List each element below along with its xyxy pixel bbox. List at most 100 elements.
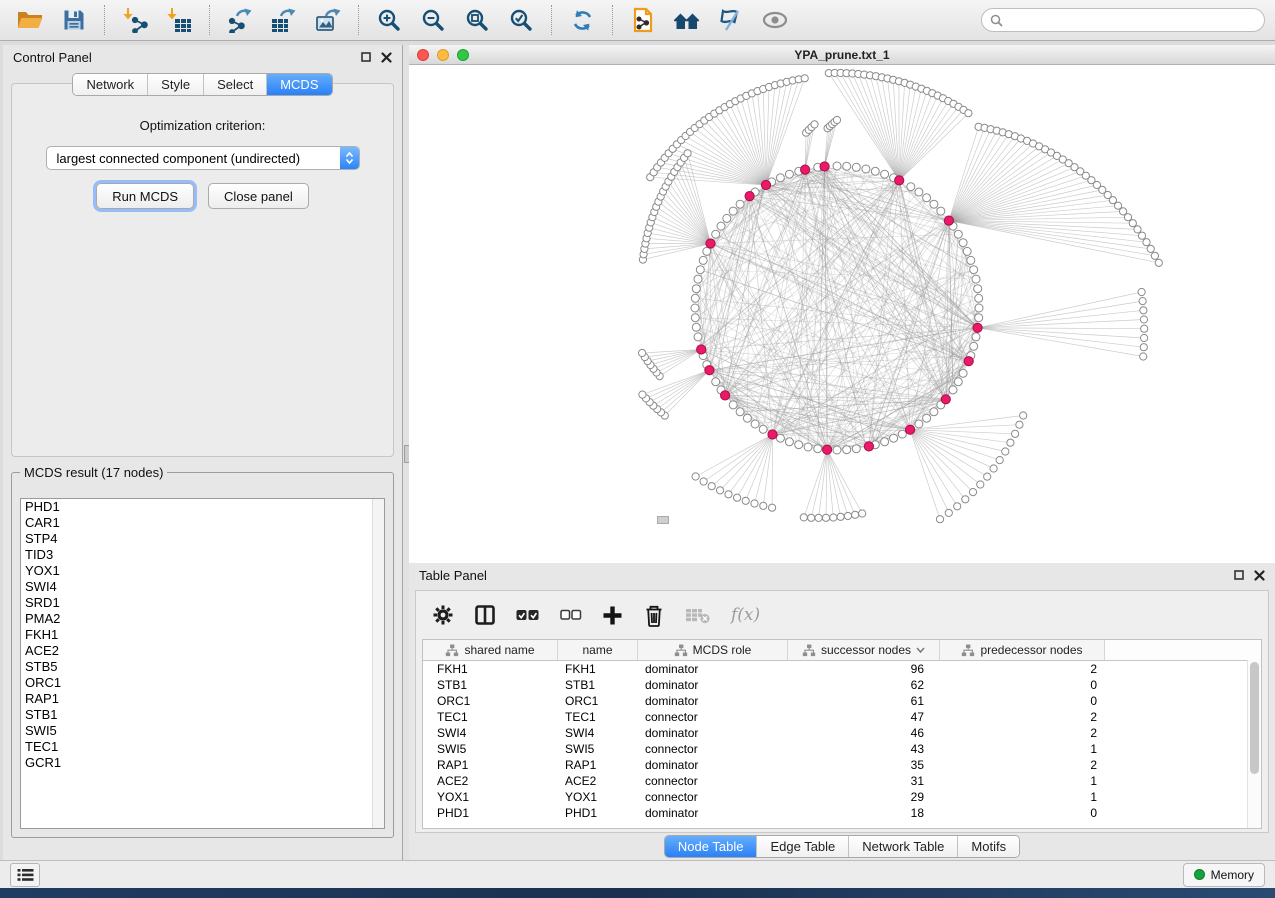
table-row[interactable]: STB1STB1dominator620 bbox=[423, 677, 1261, 693]
import-network-button[interactable] bbox=[115, 4, 155, 36]
refresh-button[interactable] bbox=[562, 4, 602, 36]
minimize-window-button[interactable] bbox=[437, 49, 449, 61]
table-cell: 2 bbox=[940, 710, 1105, 724]
table-row[interactable]: ORC1ORC1dominator610 bbox=[423, 693, 1261, 709]
save-session-button[interactable] bbox=[54, 4, 94, 36]
memory-button[interactable]: Memory bbox=[1183, 863, 1265, 887]
export-network-button[interactable] bbox=[220, 4, 260, 36]
tab-motifs[interactable]: Motifs bbox=[958, 836, 1019, 857]
mcds-result-item[interactable]: TID3 bbox=[21, 547, 384, 563]
table-cell: 96 bbox=[788, 662, 940, 676]
search-input[interactable] bbox=[1008, 12, 1256, 28]
toolbar-separator bbox=[358, 5, 359, 35]
select-all-icon[interactable] bbox=[516, 607, 540, 623]
mcds-result-item[interactable]: PMA2 bbox=[21, 611, 384, 627]
zoom-in-button[interactable] bbox=[369, 4, 409, 36]
mcds-result-item[interactable]: GCR1 bbox=[21, 755, 384, 771]
zoom-fit-icon bbox=[465, 8, 489, 32]
criterion-dropdown[interactable]: largest connected component (undirected) bbox=[46, 146, 360, 170]
table-container: f(x) shared name name MCDS role bbox=[415, 590, 1269, 833]
table-cell: ORC1 bbox=[558, 694, 638, 708]
show-columns-icon[interactable] bbox=[474, 604, 496, 626]
delete-column-icon[interactable] bbox=[643, 604, 665, 627]
tab-node-table[interactable]: Node Table bbox=[665, 836, 758, 857]
deselect-all-icon[interactable] bbox=[560, 608, 582, 622]
table-cell: FKH1 bbox=[558, 662, 638, 676]
run-mcds-button[interactable]: Run MCDS bbox=[96, 183, 194, 209]
mcds-result-item[interactable]: RAP1 bbox=[21, 691, 384, 707]
export-network-icon bbox=[227, 7, 253, 33]
float-panel-icon[interactable] bbox=[1234, 570, 1244, 580]
control-panel-header: Control Panel bbox=[3, 45, 402, 69]
table-row[interactable]: FKH1FKH1dominator962 bbox=[423, 661, 1261, 677]
mcds-result-item[interactable]: STP4 bbox=[21, 531, 384, 547]
search-box[interactable] bbox=[981, 8, 1265, 32]
table-cell: ORC1 bbox=[423, 694, 558, 708]
control-panel: Control Panel Network Style Select MCDS … bbox=[3, 45, 402, 860]
tab-network[interactable]: Network bbox=[73, 74, 148, 95]
table-settings-gear-icon[interactable] bbox=[432, 604, 454, 626]
tab-style[interactable]: Style bbox=[148, 74, 204, 95]
column-header-name[interactable]: name bbox=[558, 640, 638, 660]
float-panel-icon[interactable] bbox=[361, 52, 371, 62]
table-cell: dominator bbox=[638, 678, 788, 692]
mcds-result-item[interactable]: ACE2 bbox=[21, 643, 384, 659]
table-cell: TEC1 bbox=[423, 710, 558, 724]
open-file-button[interactable] bbox=[10, 4, 50, 36]
list-scrollbar[interactable] bbox=[372, 499, 384, 828]
mcds-result-item[interactable]: SWI5 bbox=[21, 723, 384, 739]
mcds-result-item[interactable]: SRD1 bbox=[21, 595, 384, 611]
table-row[interactable]: YOX1YOX1connector291 bbox=[423, 789, 1261, 805]
table-cell: FKH1 bbox=[423, 662, 558, 676]
table-row[interactable]: PHD1PHD1dominator180 bbox=[423, 805, 1261, 821]
mcds-result-item[interactable]: ORC1 bbox=[21, 675, 384, 691]
horizontal-splitter-handle[interactable] bbox=[657, 516, 669, 524]
export-table-button[interactable] bbox=[264, 4, 304, 36]
tab-mcds[interactable]: MCDS bbox=[267, 74, 331, 95]
column-header-mcds-role[interactable]: MCDS role bbox=[638, 640, 788, 660]
mcds-result-item[interactable]: CAR1 bbox=[21, 515, 384, 531]
mcds-result-item[interactable]: PHD1 bbox=[21, 499, 384, 515]
mcds-result-item[interactable]: STB5 bbox=[21, 659, 384, 675]
mcds-result-item[interactable]: SWI4 bbox=[21, 579, 384, 595]
table-row[interactable]: RAP1RAP1dominator352 bbox=[423, 757, 1261, 773]
first-neighbors-button[interactable] bbox=[667, 4, 707, 36]
table-scrollbar-thumb[interactable] bbox=[1250, 662, 1259, 774]
close-window-button[interactable] bbox=[417, 49, 429, 61]
delete-table-icon-disabled bbox=[685, 606, 711, 624]
maximize-window-button[interactable] bbox=[457, 49, 469, 61]
tab-select[interactable]: Select bbox=[204, 74, 267, 95]
mcds-result-title: MCDS result (17 nodes) bbox=[20, 465, 167, 480]
zoom-selected-button[interactable] bbox=[501, 4, 541, 36]
tab-network-table[interactable]: Network Table bbox=[849, 836, 958, 857]
mcds-result-item[interactable]: YOX1 bbox=[21, 563, 384, 579]
column-header-predecessor-nodes[interactable]: predecessor nodes bbox=[940, 640, 1105, 660]
task-history-button[interactable] bbox=[10, 863, 40, 887]
zoom-fit-button[interactable] bbox=[457, 4, 497, 36]
table-row[interactable]: ACE2ACE2connector311 bbox=[423, 773, 1261, 789]
close-panel-icon[interactable] bbox=[381, 52, 392, 63]
table-row[interactable]: TEC1TEC1connector472 bbox=[423, 709, 1261, 725]
table-scrollbar[interactable] bbox=[1247, 660, 1261, 828]
close-panel-button[interactable]: Close panel bbox=[208, 183, 309, 209]
column-header-shared-name[interactable]: shared name bbox=[423, 640, 558, 660]
import-table-button[interactable] bbox=[159, 4, 199, 36]
toolbar-separator bbox=[551, 5, 552, 35]
save-icon bbox=[62, 8, 86, 32]
hide-selected-button[interactable] bbox=[711, 4, 751, 36]
zoom-out-button[interactable] bbox=[413, 4, 453, 36]
tab-edge-table[interactable]: Edge Table bbox=[757, 836, 849, 857]
export-image-button[interactable] bbox=[308, 4, 348, 36]
network-titlebar[interactable]: YPA_prune.txt_1 bbox=[409, 45, 1275, 65]
mcds-result-item[interactable]: STB1 bbox=[21, 707, 384, 723]
table-row[interactable]: SWI5SWI5connector431 bbox=[423, 741, 1261, 757]
network-graph[interactable] bbox=[409, 65, 1275, 563]
add-column-icon[interactable] bbox=[602, 605, 623, 626]
optimization-criterion-label: Optimization criterion: bbox=[12, 118, 393, 133]
mcds-result-item[interactable]: TEC1 bbox=[21, 739, 384, 755]
table-row[interactable]: SWI4SWI4dominator462 bbox=[423, 725, 1261, 741]
mcds-result-item[interactable]: FKH1 bbox=[21, 627, 384, 643]
clone-network-button[interactable] bbox=[623, 4, 663, 36]
column-header-successor-nodes[interactable]: successor nodes bbox=[788, 640, 940, 660]
close-panel-icon[interactable] bbox=[1254, 570, 1265, 581]
